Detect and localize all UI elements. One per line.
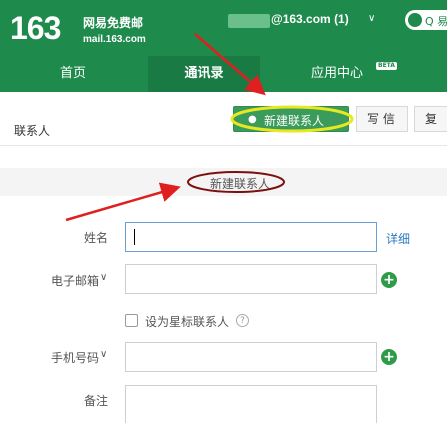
annotation-circle (187, 171, 285, 193)
annotation-overlay (65, 33, 354, 222)
annotation-highlight (230, 105, 354, 133)
annotation-arrow (194, 33, 266, 96)
page: 163 网易免费邮 mail.163.com @163.com (1) ∨ Q … (0, 0, 447, 423)
annotation-arrow (65, 182, 181, 222)
